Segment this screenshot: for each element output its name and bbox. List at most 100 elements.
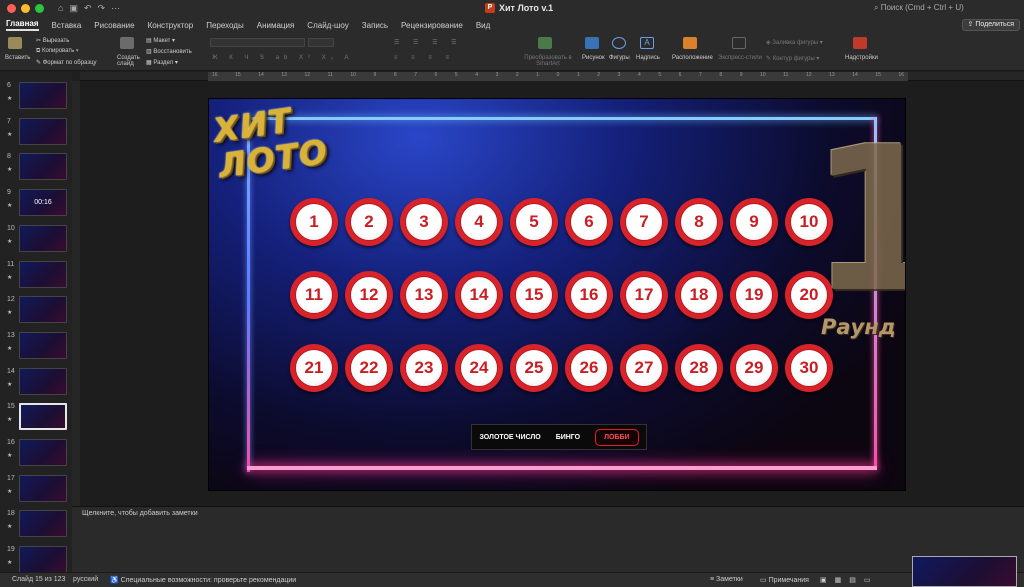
number-ball-2[interactable]: 2 (345, 198, 393, 246)
cut-button[interactable]: ✂ Вырезать (36, 37, 69, 44)
number-ball-6[interactable]: 6 (565, 198, 613, 246)
number-ball-30[interactable]: 30 (785, 344, 833, 392)
number-ball-19[interactable]: 19 (730, 271, 778, 319)
format-painter-button[interactable]: ✎ Формат по образцу (36, 59, 97, 66)
tab-1[interactable]: Вставка (52, 21, 82, 30)
bingo-button[interactable]: БИНГО (556, 434, 580, 441)
save-icon[interactable]: ▣ (69, 3, 78, 14)
addins-icon[interactable] (853, 37, 867, 49)
slide-thumbnail[interactable]: 12 ★ (3, 296, 69, 326)
new-slide-icon[interactable] (120, 37, 134, 49)
share-button[interactable]: ⇪ Поделиться (961, 19, 1020, 31)
shapes-button[interactable]: Фигуры (609, 55, 630, 61)
number-ball-9[interactable]: 9 (730, 198, 778, 246)
tab-6[interactable]: Слайд-шоу (307, 21, 348, 30)
number-ball-14[interactable]: 14 (455, 271, 503, 319)
number-ball-13[interactable]: 13 (400, 271, 448, 319)
tab-9[interactable]: Вид (476, 21, 490, 30)
number-ball-17[interactable]: 17 (620, 271, 668, 319)
number-ball-24[interactable]: 24 (455, 344, 503, 392)
textbox-button[interactable]: Надпись (636, 55, 660, 61)
tab-8[interactable]: Рецензирование (401, 21, 463, 30)
slide-thumbnail[interactable]: 11 ★ (3, 260, 69, 291)
slide-thumbnail[interactable]: 18 ★ (3, 510, 69, 540)
number-ball-20[interactable]: 20 (785, 271, 833, 319)
copy-button[interactable]: ⧉ Копировать ▾ (36, 48, 78, 55)
tab-4[interactable]: Переходы (206, 21, 244, 30)
quick-styles-button[interactable]: Экспресс-стили (718, 55, 762, 61)
paste-button[interactable]: Вставить (5, 55, 30, 61)
slide-thumbnail[interactable]: 16 ★ (3, 439, 69, 469)
tab-5[interactable]: Анимация (257, 21, 295, 30)
number-ball-25[interactable]: 25 (510, 344, 558, 392)
number-ball-12[interactable]: 12 (345, 271, 393, 319)
undo-icon[interactable]: ↶ (84, 3, 92, 14)
notes-pane[interactable]: Щелкните, чтобы добавить заметки (72, 506, 1024, 572)
comments-toggle[interactable]: ▭ Примечания (760, 576, 809, 584)
quick-styles-icon[interactable] (732, 37, 746, 49)
number-ball-26[interactable]: 26 (565, 344, 613, 392)
arrange-button[interactable]: Расположение (672, 55, 713, 61)
golden-number-button[interactable]: ЗОЛОТОЕ ЧИСЛО (479, 434, 540, 441)
font-family-select[interactable] (210, 38, 305, 47)
slide-thumbnail[interactable]: 19 ★ (3, 546, 69, 572)
number-ball-4[interactable]: 4 (455, 198, 503, 246)
number-ball-29[interactable]: 29 (730, 344, 778, 392)
close-window-button[interactable] (7, 4, 16, 13)
number-ball-15[interactable]: 15 (510, 271, 558, 319)
number-ball-11[interactable]: 11 (290, 271, 338, 319)
search-field[interactable]: ⌕ Поиск (Cmd + Ctrl + U) (874, 3, 964, 13)
number-ball-27[interactable]: 27 (620, 344, 668, 392)
tab-0[interactable]: Главная (6, 19, 39, 31)
number-ball-21[interactable]: 21 (290, 344, 338, 392)
paste-icon[interactable] (8, 37, 22, 49)
minimize-window-button[interactable] (21, 4, 30, 13)
zoom-window-button[interactable] (35, 4, 44, 13)
arrange-icon[interactable] (683, 37, 697, 49)
number-ball-7[interactable]: 7 (620, 198, 668, 246)
slide-thumbnail[interactable]: 14 ★ (3, 367, 69, 398)
slide-thumbnail[interactable]: 13 ★ (3, 331, 69, 362)
redo-icon[interactable]: ↷ (98, 3, 106, 14)
tab-7[interactable]: Запись (362, 21, 388, 30)
number-ball-18[interactable]: 18 (675, 271, 723, 319)
slide-thumbnail[interactable]: 6 ★ (3, 82, 69, 112)
align-controls[interactable]: ≡ ≡ ≡ ≡ (394, 55, 455, 61)
number-ball-23[interactable]: 23 (400, 344, 448, 392)
accessibility-status[interactable]: ♿ Специальные возможности: проверьте рек… (110, 576, 296, 584)
textbox-icon[interactable]: A (640, 37, 654, 49)
slide-thumbnail[interactable]: 9 ★ 00:16 (3, 189, 69, 219)
number-ball-22[interactable]: 22 (345, 344, 393, 392)
language-indicator[interactable]: русский (73, 576, 98, 583)
font-size-select[interactable] (308, 38, 334, 47)
shape-fill-button[interactable]: ◈ Заливка фигуры ▾ (766, 39, 823, 46)
shape-outline-button[interactable]: ✎ Контур фигуры ▾ (766, 55, 819, 62)
tab-2[interactable]: Рисование (94, 21, 134, 30)
slide-thumbnail[interactable]: 10 ★ (3, 224, 69, 255)
number-ball-28[interactable]: 28 (675, 344, 723, 392)
reset-button[interactable]: ▥ Восстановить (146, 48, 192, 55)
slide-preview-popup[interactable] (912, 556, 1017, 587)
lobby-button[interactable]: ЛОББИ (595, 428, 639, 446)
slide-15[interactable]: ХИТ ЛОТО 1 Раунд 12345678910111213141516… (208, 98, 906, 491)
number-ball-10[interactable]: 10 (785, 198, 833, 246)
list-controls[interactable]: ☰ ☰ ☰ ☰ (394, 39, 463, 46)
number-ball-16[interactable]: 16 (565, 271, 613, 319)
number-ball-1[interactable]: 1 (290, 198, 338, 246)
slide-thumbnail[interactable]: 7 ★ (3, 117, 69, 148)
slide-thumbnail[interactable]: 8 ★ (3, 153, 69, 183)
slide-thumbnail[interactable]: 15 ★ (3, 403, 69, 433)
shapes-icon[interactable] (612, 37, 626, 49)
more-icon[interactable]: ⋯ (111, 3, 120, 14)
view-buttons[interactable]: ▣▦▤▭ (820, 576, 878, 584)
slide-thumbnail[interactable]: 17 ★ (3, 474, 69, 505)
tab-3[interactable]: Конструктор (148, 21, 194, 30)
layout-button[interactable]: ▤ Макет ▾ (146, 37, 175, 44)
smartart-button[interactable]: Преобразовать в SmartArt (522, 55, 574, 67)
number-ball-8[interactable]: 8 (675, 198, 723, 246)
text-format-controls[interactable]: Ж К Ч S ab X² X₂ A (212, 55, 353, 61)
section-button[interactable]: ▦ Раздел ▾ (146, 59, 178, 66)
picture-button[interactable]: Рисунок (582, 55, 605, 61)
new-slide-button[interactable]: Создать слайд (117, 55, 141, 67)
addins-button[interactable]: Надстройки (845, 55, 878, 61)
